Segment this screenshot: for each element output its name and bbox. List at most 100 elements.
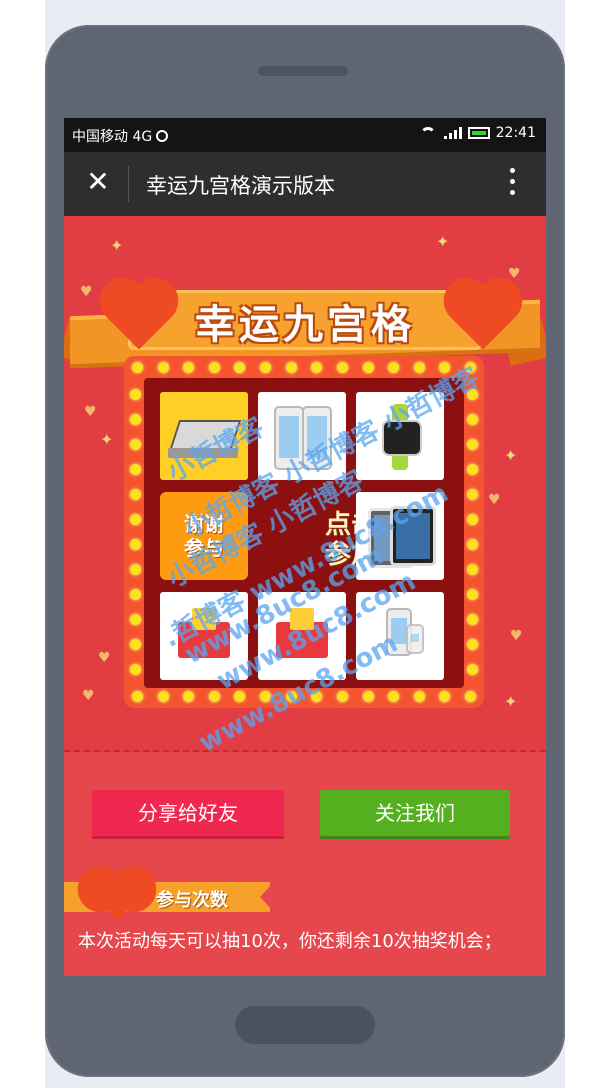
light-bulb (467, 539, 478, 550)
sparkle-icon: ✦ (504, 446, 518, 465)
clock: 22:41 (495, 125, 536, 141)
heart-icon: ♥ (510, 628, 523, 644)
light-bulb (467, 489, 478, 500)
board-grid: 谢谢 参与 点击 参加 (144, 378, 464, 688)
prize-red-envelope (258, 592, 346, 680)
page-title: 幸运九宫格演示版本 (146, 174, 335, 198)
sparkle-icon: ✦ (504, 692, 518, 711)
actions-section: 分享给好友 关注我们 参与次数 本次活动每天可以抽10次，你还剩余10次抽奖机会… (64, 752, 546, 976)
light-bulb (157, 691, 169, 702)
prize-laptop (160, 392, 248, 480)
phone-icon (274, 406, 304, 470)
light-bulb (285, 691, 297, 702)
red-envelope-icon (276, 608, 328, 658)
phone-screen: 中国移动 4G 22:41 ✕ 幸运九宫格演示版本 ✦ ✦ ♥ ♥ ♥ ✦ ✦ … (64, 118, 546, 976)
phone-speaker (258, 66, 348, 76)
light-bulb (260, 691, 272, 702)
thanks-label-line1: 谢谢 (184, 512, 224, 536)
lottery-board: 谢谢 参与 点击 参加 (124, 356, 484, 708)
light-bulb (132, 691, 143, 702)
light-bulb (467, 564, 478, 575)
battery-icon (467, 127, 490, 139)
cell-thanks: 谢谢 参与 (160, 492, 248, 580)
sparkle-icon: ✦ (100, 430, 114, 449)
follow-button[interactable]: 关注我们 (320, 790, 510, 836)
prize-tablet (356, 492, 444, 580)
light-bulb (234, 691, 246, 702)
light-bulb (130, 639, 141, 650)
heart-icon: ♥ (488, 492, 501, 508)
light-bulb (336, 691, 348, 702)
light-bulb (362, 691, 374, 702)
prize-smartwatch (356, 392, 444, 480)
light-bulb (130, 589, 141, 600)
light-bulb (467, 614, 478, 625)
light-bulb (467, 589, 478, 600)
light-bulb (130, 389, 141, 400)
light-bulb (285, 362, 297, 373)
light-bulb (467, 389, 478, 400)
section-title: 参与次数 (156, 890, 228, 911)
section-header: 参与次数 (64, 872, 278, 922)
more-vertical-icon[interactable] (510, 168, 516, 198)
light-bulb (183, 362, 195, 373)
light-bulb (413, 362, 425, 373)
phone-icon (302, 406, 332, 470)
wifi-icon (419, 127, 438, 139)
light-bulb (130, 539, 141, 550)
light-bulb (208, 362, 220, 373)
light-bulb (130, 514, 141, 525)
light-bulb (467, 439, 478, 450)
light-bulb (465, 691, 476, 702)
light-bulb (130, 564, 141, 575)
sync-icon (156, 130, 169, 142)
thanks-label-line2: 参与 (184, 536, 224, 560)
light-bulb (311, 362, 323, 373)
prize-red-envelope (160, 592, 248, 680)
tablet-icon (390, 506, 436, 566)
light-bulb (388, 362, 400, 373)
light-bulb (234, 362, 246, 373)
light-bulb (439, 691, 451, 702)
light-bulb (467, 664, 478, 675)
light-bulb (467, 414, 478, 425)
carrier-label: 中国移动 4G (72, 129, 153, 145)
heart-icon (92, 872, 142, 922)
light-bulb (439, 362, 451, 373)
light-bulb (208, 691, 220, 702)
sparkle-icon: ✦ (436, 232, 450, 251)
light-bulb (388, 691, 400, 702)
light-bulb (130, 464, 141, 475)
light-bulb (130, 439, 141, 450)
prize-phone (258, 392, 346, 480)
rule-text: 本次活动每天可以抽10次，你还剩余10次抽奖机会； (78, 931, 502, 952)
light-bulb (413, 691, 425, 702)
light-bulb (157, 362, 169, 373)
light-bulb (130, 489, 141, 500)
home-button[interactable] (235, 1006, 375, 1044)
light-bulb (183, 691, 195, 702)
light-bulb (130, 414, 141, 425)
light-bulb (467, 464, 478, 475)
banner-title: 幸运九宫格 (195, 302, 415, 348)
title-divider (128, 166, 129, 202)
heart-icon: ♥ (84, 404, 97, 420)
smartwatch-icon (382, 420, 422, 456)
sparkle-icon: ✦ (110, 236, 124, 255)
light-bulb (336, 362, 348, 373)
title-bar: ✕ 幸运九宫格演示版本 (64, 152, 546, 216)
light-bulb (362, 362, 374, 373)
light-bulb (467, 639, 478, 650)
heart-icon: ♥ (98, 650, 111, 666)
light-bulb (465, 362, 476, 373)
share-button[interactable]: 分享给好友 (92, 790, 284, 836)
light-bulb (467, 514, 478, 525)
light-bulb (130, 664, 141, 675)
game-area: ✦ ✦ ♥ ♥ ♥ ✦ ✦ ♥ ♥ ♥ ♥ ✦ 幸运九宫格 谢谢 参与 点击 参… (64, 216, 546, 758)
light-bulb (311, 691, 323, 702)
light-bulb (260, 362, 272, 373)
signal-icon (443, 127, 462, 139)
red-envelope-icon (178, 608, 230, 658)
prize-phone (356, 592, 444, 680)
close-icon[interactable]: ✕ (82, 166, 114, 198)
